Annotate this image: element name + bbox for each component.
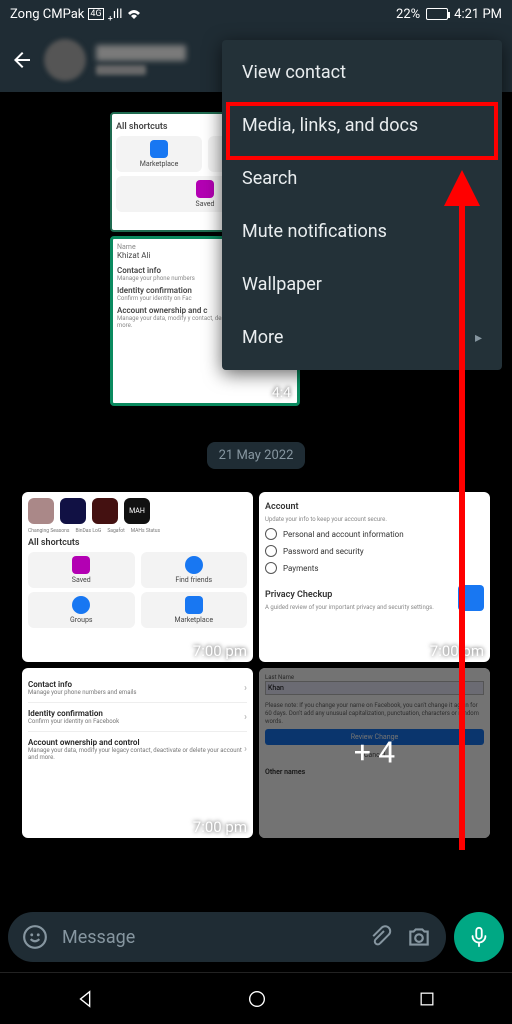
nav-recent-icon[interactable] — [417, 989, 437, 1009]
status-bar: Zong CMPak 4G ₊ıll 22% 4:21 PM — [0, 0, 512, 28]
contact-title-block[interactable] — [96, 45, 186, 75]
menu-view-contact[interactable]: View contact — [222, 46, 502, 99]
media-tile[interactable]: MAH Changing Seasons BinDas LoG Sagafot … — [22, 492, 253, 662]
chevron-right-icon: › — [244, 712, 247, 723]
menu-media-links-docs[interactable]: Media, links, and docs — [222, 99, 502, 152]
message-input-bar: Message — [8, 912, 504, 962]
signal-icon: ₊ıll — [108, 7, 123, 22]
emoji-icon[interactable] — [22, 924, 48, 950]
network-badge: 4G — [88, 8, 103, 20]
menu-search[interactable]: Search — [222, 152, 502, 205]
media-tile-more[interactable]: Last Name Please note: If you change you… — [259, 668, 490, 838]
android-nav-bar — [0, 972, 512, 1024]
nav-home-icon[interactable] — [246, 988, 268, 1010]
attach-icon[interactable] — [368, 925, 392, 949]
chevron-right-icon: › — [244, 683, 247, 694]
contact-subtitle — [96, 65, 146, 75]
thumb-time: 4:4 — [272, 385, 291, 401]
battery-percent: 22% — [396, 7, 420, 22]
wifi-icon — [126, 8, 142, 20]
contact-avatar[interactable] — [44, 39, 86, 81]
overflow-menu: View contact Media, links, and docs Sear… — [222, 40, 502, 370]
media-tile[interactable]: Account Update your info to keep your ac… — [259, 492, 490, 662]
carrier-label: Zong CMPak — [10, 7, 84, 22]
media-tile[interactable]: Contact infoManage your phone numbers an… — [22, 668, 253, 838]
message-field[interactable]: Message — [8, 912, 446, 962]
menu-more[interactable]: More▸ — [222, 311, 502, 364]
menu-mute-notifications[interactable]: Mute notifications — [222, 205, 502, 258]
nav-back-icon[interactable] — [75, 988, 97, 1010]
privacy-checkup-icon — [458, 585, 484, 611]
back-button[interactable] — [10, 48, 34, 72]
chevron-right-icon: ▸ — [475, 330, 482, 346]
clock: 4:21 PM — [454, 7, 502, 22]
message-placeholder: Message — [62, 927, 354, 948]
mic-button[interactable] — [454, 912, 504, 962]
media-grid[interactable]: MAH Changing Seasons BinDas LoG Sagafot … — [22, 492, 490, 838]
battery-icon — [426, 8, 448, 20]
date-separator: 21 May 2022 — [207, 442, 306, 469]
menu-wallpaper[interactable]: Wallpaper — [222, 258, 502, 311]
contact-name — [96, 45, 186, 61]
stub-input — [265, 681, 484, 695]
more-count-overlay: + 4 — [354, 736, 395, 771]
camera-icon[interactable] — [406, 924, 432, 950]
chevron-right-icon: › — [244, 744, 247, 755]
